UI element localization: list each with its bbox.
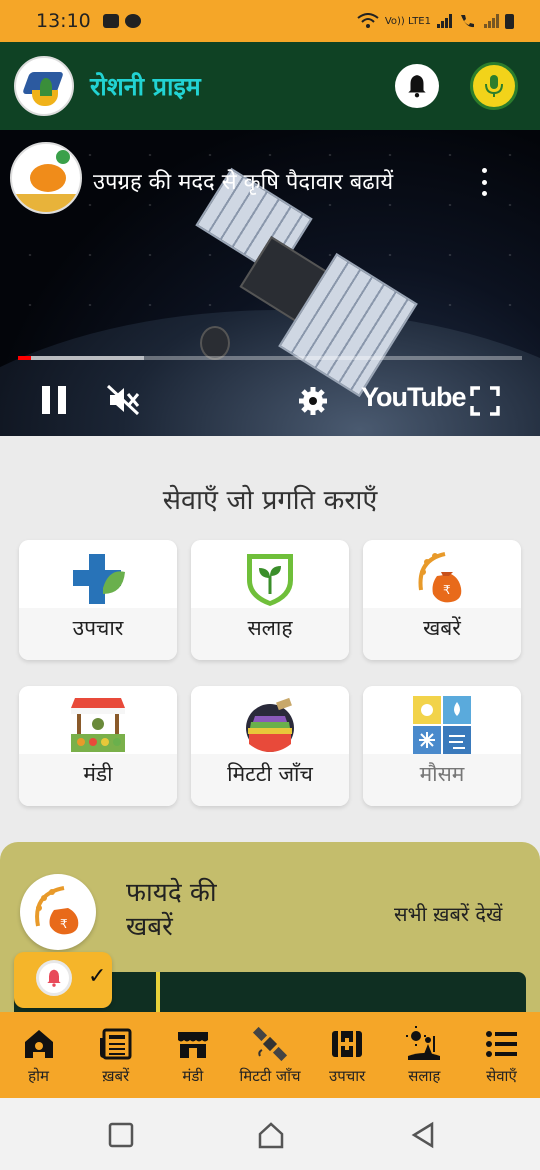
nav-treatment[interactable]: उपचार [309, 1012, 386, 1098]
app-logo[interactable] [14, 56, 74, 116]
service-card-news[interactable]: ₹ खबरें [363, 540, 521, 660]
nav-label: ख़बरें [102, 1067, 130, 1085]
battery-icon [505, 13, 514, 29]
service-label: सलाह [247, 616, 293, 640]
check-icon: ✓ [88, 964, 107, 989]
app-title: रोशनी प्राइम [90, 72, 201, 101]
satellite-icon [252, 1026, 288, 1062]
news-logo: ₹ [20, 874, 96, 950]
notification-toggle[interactable]: ✓ [14, 952, 112, 1008]
signal-icon [437, 14, 452, 28]
svg-text:₹: ₹ [443, 583, 451, 597]
pause-icon[interactable] [42, 386, 68, 414]
network-label: Vo)) LTE1 [384, 15, 431, 27]
voice-assistant-button[interactable] [470, 62, 518, 110]
service-card-market[interactable]: मंडी [19, 686, 177, 806]
fullscreen-icon[interactable] [470, 386, 500, 416]
system-nav-bar [0, 1098, 540, 1170]
nav-label: मंडी [182, 1067, 204, 1085]
market-stall-icon [71, 698, 125, 752]
nav-label: सेवाएँ [486, 1067, 517, 1085]
home-icon [24, 1030, 53, 1058]
services-heading: सेवाएँ जो प्रगति कराएँ [162, 485, 378, 516]
service-card-soil-test[interactable]: मिटटी जाँच [191, 686, 349, 806]
nav-news[interactable]: ख़बरें [77, 1012, 154, 1098]
service-card-treatment[interactable]: उपचार [19, 540, 177, 660]
facebook-icon [124, 14, 141, 28]
medical-cross-icon [73, 554, 125, 604]
recents-icon[interactable] [106, 1120, 136, 1150]
service-label: उपचार [72, 616, 124, 640]
nav-label: सलाह [408, 1067, 441, 1085]
video-more-icon[interactable] [480, 168, 488, 196]
see-all-news-link[interactable]: सभी ख़बरें देखें [394, 900, 502, 927]
bottom-nav: होम ख़बरें मंडी मिटटी जाँच उपचार सलाह से… [0, 1012, 540, 1098]
nav-label: उपचार [328, 1067, 366, 1085]
notification-button[interactable] [395, 64, 439, 108]
nav-advice[interactable]: सलाह [386, 1012, 463, 1098]
home-button-icon[interactable] [256, 1120, 286, 1150]
weather-icon [413, 696, 471, 754]
plant-shield-icon [247, 554, 293, 606]
settings-gear-icon[interactable] [298, 386, 328, 416]
video-buffer-bar [18, 356, 144, 360]
service-card-weather[interactable]: मौसम [363, 686, 521, 806]
nav-label: मिटटी जाँच [239, 1067, 301, 1085]
back-icon[interactable] [408, 1120, 438, 1150]
video-player[interactable]: उपग्रह की मदद से कृषि पैदावार बढायें You… [0, 130, 540, 436]
message-icon [102, 14, 119, 28]
wifi-call-icon [461, 15, 474, 28]
video-progress-bar[interactable] [18, 356, 522, 360]
status-bar: 13:10 Vo)) LTE1 [0, 0, 540, 42]
news-title: फायदे की खबरें [126, 878, 217, 942]
farmer-advice-icon [406, 1026, 441, 1060]
bell-icon [47, 969, 61, 987]
status-time: 13:10 [36, 10, 91, 32]
nav-label: होम [28, 1067, 49, 1085]
satellite-field-icon [246, 697, 294, 752]
money-bag-wheat-icon: ₹ [35, 886, 79, 935]
list-icon [486, 1031, 518, 1057]
signal-2-icon [484, 14, 499, 28]
service-label: मौसम [419, 762, 465, 786]
newspaper-icon [99, 1028, 132, 1060]
video-played-bar [18, 356, 31, 360]
channel-logo[interactable] [10, 142, 82, 214]
video-title[interactable]: उपग्रह की मदद से कृषि पैदावार बढायें [93, 166, 393, 196]
service-card-advice[interactable]: सलाह [191, 540, 349, 660]
nav-market[interactable]: मंडी [154, 1012, 231, 1098]
mute-icon[interactable] [106, 384, 142, 416]
wifi-icon [357, 13, 379, 28]
satellite-antenna [200, 326, 230, 360]
nav-services[interactable]: सेवाएँ [463, 1012, 540, 1098]
service-label: मंडी [83, 762, 113, 786]
first-aid-icon [332, 1031, 363, 1057]
shop-icon [177, 1032, 208, 1058]
app-header: रोशनी प्राइम [0, 42, 540, 130]
nav-soil-test[interactable]: मिटटी जाँच [231, 1012, 308, 1098]
nav-home[interactable]: होम [0, 1012, 77, 1098]
service-label: मिटटी जाँच [227, 762, 313, 786]
bell-icon [408, 75, 426, 98]
money-bag-wheat-icon: ₹ [418, 552, 462, 603]
mic-icon [485, 75, 503, 97]
youtube-logo[interactable]: YouTube [361, 382, 466, 413]
svg-text:₹: ₹ [60, 917, 68, 931]
service-label: खबरें [423, 616, 461, 640]
